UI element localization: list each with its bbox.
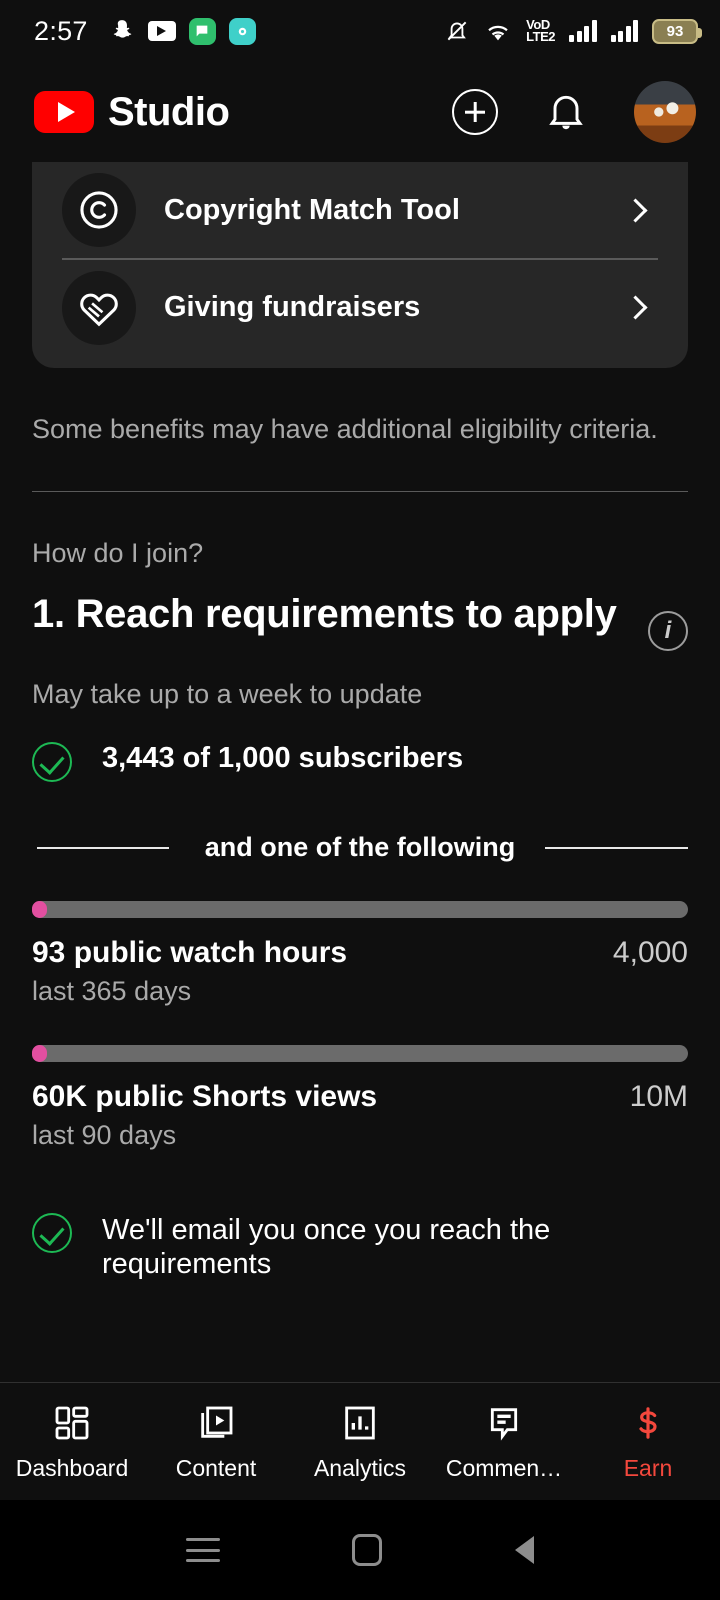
comments-bubble-icon	[484, 1402, 524, 1444]
messages-icon	[188, 17, 216, 45]
home-button[interactable]	[352, 1534, 383, 1566]
battery-icon: 93	[652, 18, 702, 44]
content-video-icon	[196, 1402, 236, 1444]
volte-icon: VoD LTE2	[526, 17, 555, 44]
list-item[interactable]: Giving fundraisers	[32, 260, 688, 356]
android-system-nav	[0, 1500, 720, 1600]
eligibility-note: Some benefits may have additional eligib…	[32, 413, 658, 444]
divider-line-right	[545, 846, 688, 849]
create-button[interactable]	[452, 89, 498, 135]
check-circle-icon	[32, 742, 72, 782]
app-icon	[228, 17, 256, 45]
nav-label: Content	[175, 1454, 257, 1481]
page-title: 1. Reach requirements to apply	[32, 592, 617, 636]
snapchat-icon	[113, 20, 132, 38]
progress-fill	[32, 1045, 48, 1062]
wifi-icon	[488, 25, 508, 41]
metric-goal: 10M	[629, 1080, 688, 1113]
nav-item-dashboard[interactable]: Dashboard	[0, 1402, 144, 1482]
metric-name: 93 public watch hours	[32, 936, 348, 969]
and-one-of-following-divider: and one of the following	[0, 782, 720, 863]
update-note: May take up to a week to update	[32, 679, 423, 709]
signal-2-icon	[610, 20, 638, 42]
nav-label: Commen…	[445, 1454, 563, 1481]
nav-label: Analytics	[313, 1454, 407, 1481]
scroll-content[interactable]: Copyright Match Tool Giving fundraisers …	[0, 162, 720, 1382]
metric-watch-hours: 93 public watch hours 4,000 last 365 day…	[0, 863, 720, 1007]
list-item-label: Copyright Match Tool	[164, 193, 460, 226]
studio-brand[interactable]: Studio	[34, 89, 230, 135]
subscriber-requirement-row: 3,443 of 1,000 subscribers	[0, 710, 720, 782]
notifications-bell-icon[interactable]	[544, 88, 588, 136]
recents-button[interactable]	[186, 1538, 221, 1562]
chevron-right-icon	[623, 197, 648, 223]
giving-heart-icon	[62, 270, 136, 345]
chevron-right-icon	[623, 295, 648, 320]
email-note-row: We'll email you once you reach the requi…	[0, 1151, 720, 1281]
status-bar: 2:57 VoD LTE2 93	[0, 0, 720, 62]
progress-fill	[32, 901, 48, 918]
analytics-bars-icon	[340, 1402, 380, 1444]
nav-item-comments[interactable]: Commen…	[432, 1402, 576, 1482]
youtube-logo-icon	[34, 91, 94, 133]
bottom-navigation: Dashboard Content Analytics Commen… Earn	[0, 1382, 720, 1500]
metric-shorts-views: 60K public Shorts views 10M last 90 days	[0, 1007, 720, 1151]
nav-label: Dashboard	[15, 1454, 129, 1481]
nav-item-content[interactable]: Content	[144, 1402, 288, 1482]
bell-off-icon	[447, 21, 467, 41]
list-item[interactable]: Copyright Match Tool	[32, 162, 688, 258]
check-circle-icon	[32, 1213, 72, 1253]
metric-period: last 90 days	[32, 1120, 177, 1150]
status-bar-clock: 2:57	[34, 15, 88, 46]
battery-percent-label: 93	[666, 22, 684, 40]
status-bar-notification-icons	[109, 17, 256, 45]
list-item-label: Giving fundraisers	[164, 291, 421, 323]
dashboard-grid-icon	[52, 1402, 92, 1444]
subscriber-requirement-label: 3,443 of 1,000 subscribers	[102, 742, 464, 774]
metric-goal: 4,000	[612, 936, 688, 969]
metric-name: 60K public Shorts views	[32, 1080, 378, 1113]
divider-label: and one of the following	[204, 832, 516, 862]
copyright-icon	[62, 173, 136, 247]
metric-period: last 365 days	[32, 976, 192, 1006]
join-question: How do I join?	[32, 538, 204, 568]
info-icon[interactable]: i	[648, 611, 688, 651]
volte-label-bottom: LTE2	[526, 29, 555, 44]
signal-1-icon	[569, 20, 597, 42]
progress-track	[32, 1045, 688, 1062]
benefits-card: Copyright Match Tool Giving fundraisers	[32, 162, 688, 368]
step-header: 1. Reach requirements to apply i	[0, 569, 720, 651]
status-bar-system-icons: VoD LTE2 93	[444, 17, 702, 44]
avatar[interactable]	[634, 81, 696, 143]
back-button[interactable]	[514, 1536, 534, 1564]
app-title: Studio	[108, 89, 230, 134]
email-note-label: We'll email you once you reach the requi…	[102, 1214, 551, 1281]
progress-track	[32, 901, 688, 918]
nav-label: Earn	[623, 1454, 673, 1481]
divider-line-left	[37, 846, 170, 849]
nav-item-analytics[interactable]: Analytics	[288, 1402, 432, 1482]
earn-dollar-icon	[628, 1402, 668, 1444]
nav-item-earn[interactable]: Earn	[576, 1402, 720, 1482]
app-bar: Studio	[0, 62, 720, 162]
youtube-icon	[147, 21, 176, 41]
